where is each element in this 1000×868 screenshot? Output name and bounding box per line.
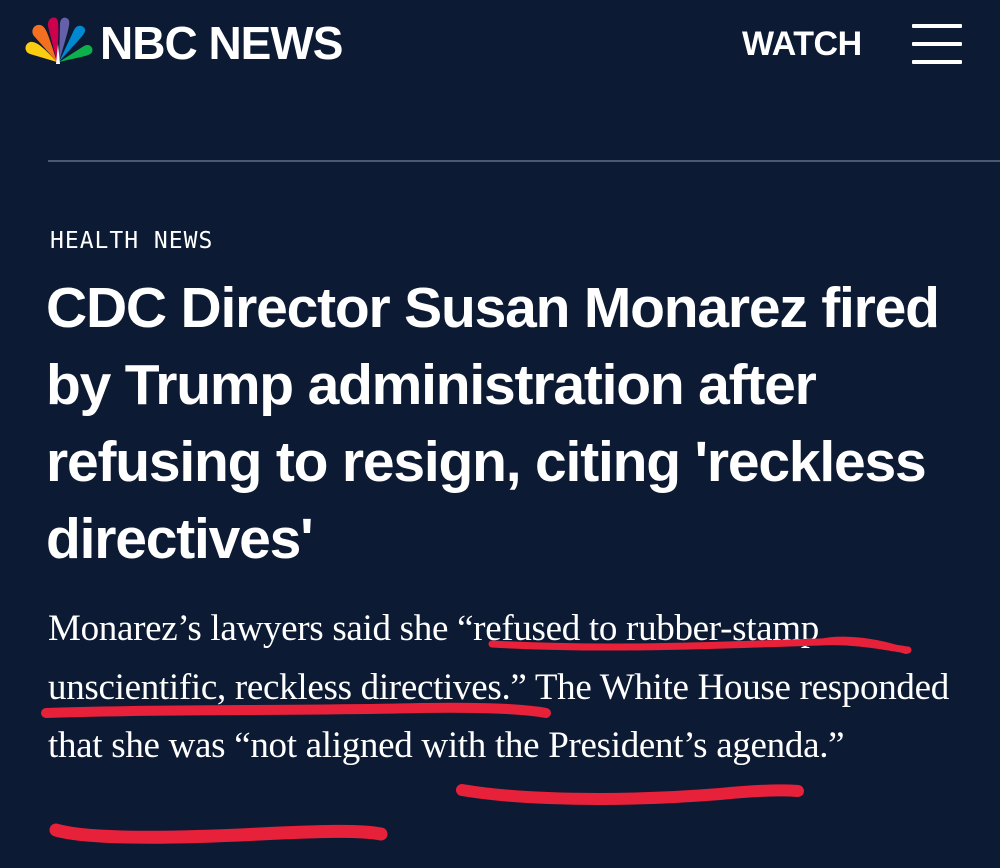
article-dek: Monarez’s lawyers said she “refused to r… [48, 600, 968, 776]
underline-mark [49, 823, 388, 844]
category-label[interactable]: HEALTH NEWS [50, 228, 213, 254]
hamburger-menu-icon[interactable] [912, 22, 962, 66]
header-divider [48, 160, 1000, 162]
dek-text-1: Monarez’s lawyers said she [48, 608, 458, 649]
nbc-news-logo[interactable]: NBC NEWS [22, 14, 343, 72]
nbc-peacock-icon [25, 17, 93, 64]
watch-link[interactable]: WATCH [742, 24, 862, 64]
article-headline: CDC Director Susan Monarez fired by Trum… [46, 276, 940, 571]
dek-quote-2: “not aligned with the President’s agenda… [234, 725, 845, 766]
underline-mark [456, 784, 804, 805]
logo-wordmark: NBC NEWS [100, 17, 343, 69]
site-header: NBC NEWS WATCH [0, 0, 1000, 90]
